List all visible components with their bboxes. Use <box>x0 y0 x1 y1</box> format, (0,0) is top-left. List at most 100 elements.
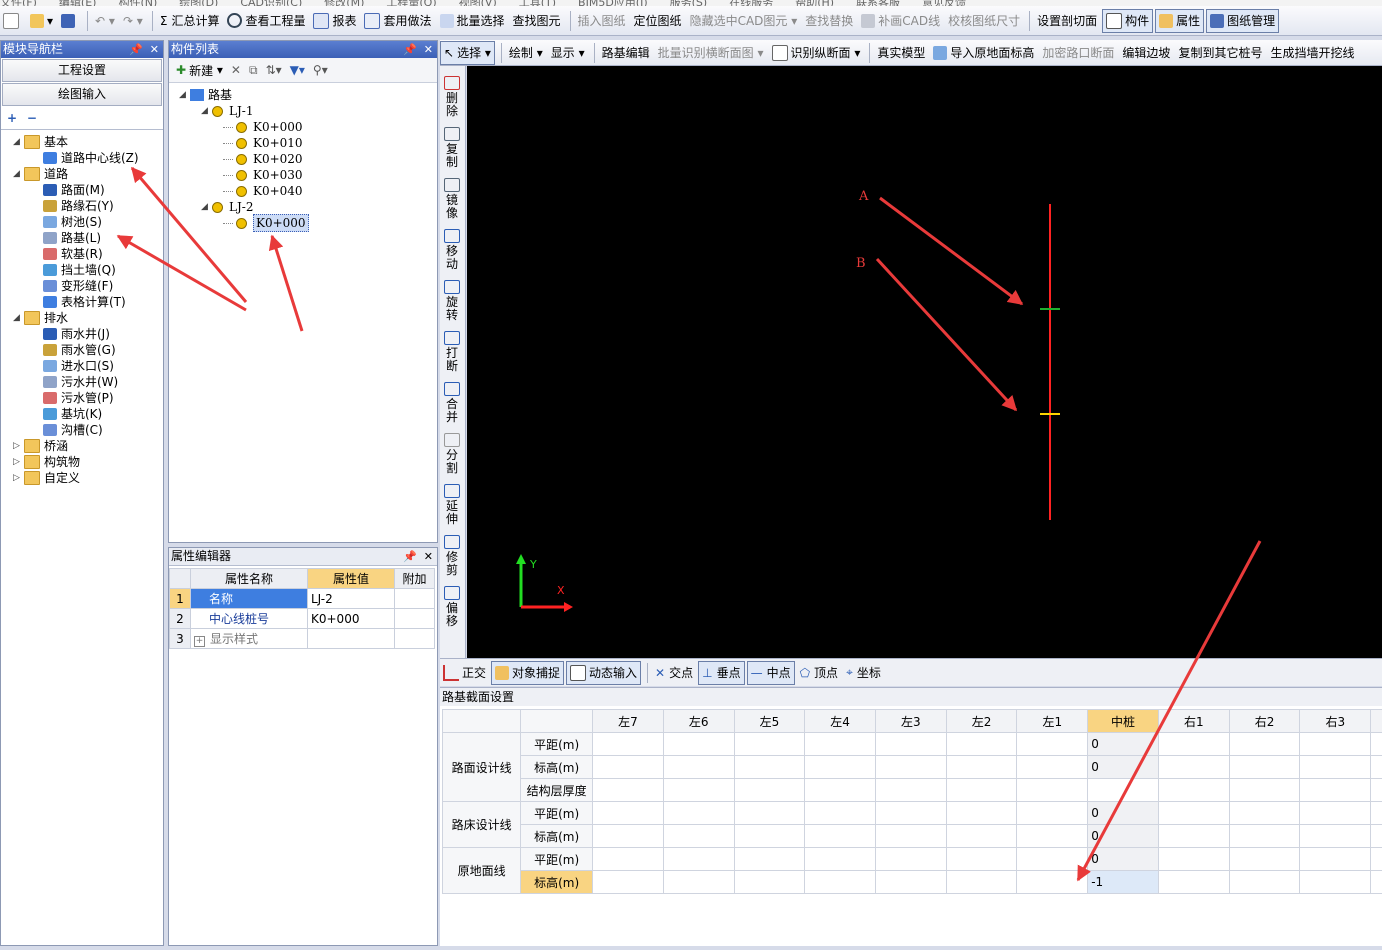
set-section-button[interactable]: 设置剖切面 <box>1034 10 1100 32</box>
expand-all-icon[interactable]: + <box>7 111 17 125</box>
property-extra[interactable] <box>395 629 435 649</box>
tree-folder[interactable]: ▷自定义 <box>13 470 80 486</box>
modify-tool-button[interactable]: 打断 <box>440 331 464 373</box>
drawing-input-button[interactable]: 绘图输入 <box>2 83 162 106</box>
locate-drawing-button[interactable]: 定位图纸 <box>631 10 685 32</box>
tree-item[interactable]: 雨水管(G) <box>43 342 116 358</box>
save-button[interactable] <box>58 10 81 32</box>
section-cell[interactable] <box>875 756 946 779</box>
edit-slope-button[interactable]: 编辑边坡 <box>1119 42 1173 64</box>
section-cell[interactable] <box>663 756 734 779</box>
close-icon[interactable]: ✕ <box>424 41 433 58</box>
section-cell[interactable] <box>1017 733 1088 756</box>
section-cell[interactable] <box>1158 733 1229 756</box>
section-cell[interactable] <box>593 825 664 848</box>
section-cell[interactable] <box>1229 733 1300 756</box>
tree-item[interactable]: 基坑(K) <box>43 406 102 422</box>
section-cell[interactable] <box>734 848 805 871</box>
section-cell[interactable] <box>663 779 734 802</box>
collapse-arrow-icon[interactable]: ◢ <box>201 103 209 119</box>
cad-canvas[interactable]: A B Y X <box>467 66 1382 658</box>
close-icon[interactable]: ✕ <box>150 41 159 58</box>
redraw-cad-button[interactable]: 补画CAD线 <box>858 10 943 32</box>
tree-folder[interactable]: ◢排水 <box>13 310 68 326</box>
section-cell[interactable] <box>1158 756 1229 779</box>
collapse-all-icon[interactable]: − <box>27 111 37 125</box>
section-cell[interactable] <box>1371 756 1382 779</box>
station-item[interactable]: K0+040 <box>223 183 303 199</box>
section-cell[interactable] <box>1017 779 1088 802</box>
section-cell[interactable] <box>1158 802 1229 825</box>
collapse-arrow-icon[interactable]: ◢ <box>13 134 21 150</box>
real-model-button[interactable]: 真实模型 <box>874 42 928 64</box>
section-cell[interactable] <box>805 756 876 779</box>
new-component-button[interactable]: ✚新建 ▾ <box>173 59 226 81</box>
section-cell[interactable] <box>1300 825 1371 848</box>
display-menu-button[interactable]: 显示 ▾ <box>548 42 588 64</box>
tree-item[interactable]: 沟槽(C) <box>43 422 103 438</box>
section-cell[interactable] <box>1017 825 1088 848</box>
batch-select-button[interactable]: 批量选择 <box>437 10 508 32</box>
tree-item[interactable]: 挡土墙(Q) <box>43 262 116 278</box>
modify-tool-button[interactable]: 镜像 <box>440 178 464 220</box>
tree-item[interactable]: 路基(L) <box>43 230 101 246</box>
modify-tool-button[interactable]: 延伸 <box>440 484 464 526</box>
section-cell[interactable] <box>1158 871 1229 894</box>
section-cell[interactable] <box>946 871 1017 894</box>
property-toggle-button[interactable]: 属性 <box>1155 9 1204 33</box>
delete-component-button[interactable]: ✕ <box>228 59 244 81</box>
component-node[interactable]: ◢LJ-2 <box>201 199 253 215</box>
section-cell[interactable] <box>1371 848 1382 871</box>
section-cell[interactable] <box>593 733 664 756</box>
find-button[interactable]: ⚲▾ <box>310 59 331 81</box>
section-cell[interactable] <box>1300 802 1371 825</box>
ortho-button[interactable]: 正交 <box>440 662 489 684</box>
apply-method-button[interactable]: 套用做法 <box>361 10 434 32</box>
subgrade-edit-button[interactable]: 路基编辑 <box>599 42 653 64</box>
tree-item[interactable]: 变形缝(F) <box>43 278 113 294</box>
station-item[interactable]: K0+000 <box>223 119 303 135</box>
section-cell[interactable] <box>1371 825 1382 848</box>
tree-folder[interactable]: ▷桥涵 <box>13 438 68 454</box>
section-cell[interactable] <box>734 871 805 894</box>
section-cell[interactable] <box>663 871 734 894</box>
find-replace-button[interactable]: 查找替换 <box>802 10 856 32</box>
draw-menu-button[interactable]: 绘制 ▾ <box>506 42 546 64</box>
midpoint-snap-button[interactable]: —中点 <box>747 661 795 685</box>
collapse-arrow-icon[interactable]: ◢ <box>201 199 209 215</box>
section-cell[interactable] <box>663 733 734 756</box>
expand-arrow-icon[interactable]: ▷ <box>13 438 21 454</box>
project-settings-button[interactable]: 工程设置 <box>2 59 162 82</box>
tree-item[interactable]: 路缘石(Y) <box>43 198 114 214</box>
station-item[interactable]: K0+010 <box>223 135 303 151</box>
section-cell[interactable] <box>1158 825 1229 848</box>
station-item[interactable]: K0+030 <box>223 167 303 183</box>
section-cell[interactable] <box>593 802 664 825</box>
modify-tool-button[interactable]: 移动 <box>440 229 464 271</box>
expand-arrow-icon[interactable]: ▷ <box>13 454 21 470</box>
section-cell[interactable] <box>663 848 734 871</box>
section-cell[interactable] <box>1300 779 1371 802</box>
section-cell[interactable] <box>1229 756 1300 779</box>
section-cell[interactable] <box>946 756 1017 779</box>
section-cell[interactable] <box>946 802 1017 825</box>
dynamic-input-button[interactable]: 动态输入 <box>566 661 641 685</box>
section-cell[interactable] <box>805 802 876 825</box>
section-cell[interactable] <box>875 871 946 894</box>
section-cell-center[interactable]: 0 <box>1088 733 1159 756</box>
section-cell[interactable] <box>1300 733 1371 756</box>
section-cell-center[interactable]: -1 <box>1088 871 1159 894</box>
batch-identify-button[interactable]: 批量识别横断面图 ▾ <box>655 42 767 64</box>
section-cell[interactable] <box>946 848 1017 871</box>
property-extra[interactable] <box>395 609 435 629</box>
section-cell[interactable] <box>593 779 664 802</box>
property-row[interactable]: 3 +显示样式 <box>170 629 435 649</box>
section-cell[interactable] <box>1229 848 1300 871</box>
tree-item[interactable]: 雨水井(J) <box>43 326 110 342</box>
section-cell[interactable] <box>593 871 664 894</box>
tree-item[interactable]: 道路中心线(Z) <box>43 150 139 166</box>
perpendicular-snap-button[interactable]: ⊥垂点 <box>698 661 744 685</box>
hide-cad-button[interactable]: 隐藏选中CAD图元 ▾ <box>687 10 801 32</box>
generate-ditch-button[interactable]: 生成挡墙开挖线 <box>1267 42 1357 64</box>
pin-icon[interactable]: 📌 <box>403 41 417 58</box>
